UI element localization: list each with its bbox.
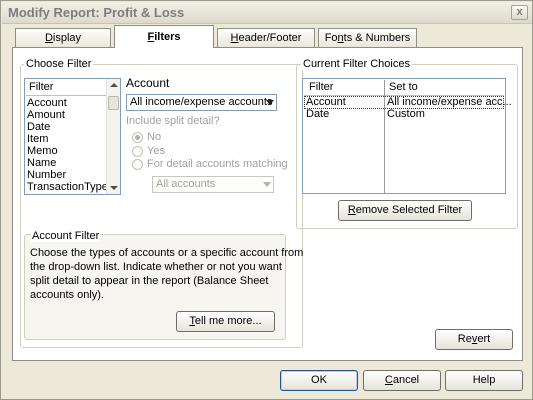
help-button[interactable]: Help — [445, 370, 523, 391]
list-item[interactable]: Name — [27, 157, 56, 169]
tell-me-more-button[interactable]: Tell me more... — [176, 311, 275, 332]
remove-selected-filter-button[interactable]: Remove Selected Filter — [338, 200, 472, 221]
choose-filter-title: Choose Filter — [24, 58, 94, 70]
close-button[interactable]: x — [511, 5, 528, 20]
list-item[interactable]: Memo — [27, 145, 58, 157]
column-header-filter: Filter — [309, 81, 334, 93]
close-icon: x — [516, 6, 523, 18]
table-row[interactable]: Date Custom — [304, 109, 504, 122]
title-bar: Modify Report: Profit & Loss x — [2, 2, 532, 24]
tab-fonts-numbers[interactable]: Fonts & Numbers — [318, 28, 417, 47]
tab-display[interactable]: Display — [15, 28, 111, 47]
row-filter-cell: Date — [306, 108, 330, 120]
list-item[interactable]: Number — [27, 169, 66, 181]
filter-list[interactable]: Filter Account Amount Date Item Memo Nam… — [24, 78, 121, 195]
row-set-to-cell: Custom — [387, 108, 425, 120]
scroll-thumb[interactable] — [108, 96, 119, 110]
account-filter-line-3: split detail to appear in the report (Ba… — [30, 275, 269, 287]
chevron-down-icon — [263, 182, 271, 187]
row-set-to-cell: All income/expense acc... — [387, 96, 512, 108]
detail-accounts-dropdown[interactable]: All accounts — [152, 176, 274, 193]
account-label: Account — [126, 76, 170, 90]
radio-icon — [132, 159, 143, 170]
ok-button[interactable]: OK — [280, 370, 358, 391]
current-filter-title: Current Filter Choices — [301, 58, 412, 70]
filter-list-scrollbar[interactable] — [106, 79, 120, 194]
cancel-button[interactable]: Cancel — [363, 370, 441, 391]
tab-filters[interactable]: Filters — [114, 25, 214, 48]
row-filter-cell: Account — [306, 96, 346, 108]
account-filter-title: Account Filter — [31, 230, 101, 242]
scroll-up-icon[interactable] — [110, 83, 118, 87]
chevron-down-icon — [266, 100, 274, 105]
list-item[interactable]: TransactionType — [27, 181, 108, 193]
window-title: Modify Report: Profit & Loss — [8, 5, 185, 20]
account-filter-line-2: the drop-down list. Indicate whether or … — [30, 261, 282, 273]
scroll-down-icon[interactable] — [110, 186, 118, 190]
list-item[interactable]: Amount — [27, 109, 65, 121]
account-filter-line-1: Choose the types of accounts or a specif… — [30, 247, 304, 259]
list-item[interactable]: Account — [27, 97, 67, 109]
current-filter-table[interactable]: Filter Set to Account All income/expense… — [302, 78, 512, 194]
account-dropdown[interactable]: All income/expense accounts — [126, 94, 277, 111]
tab-header-footer[interactable]: Header/Footer — [217, 28, 315, 47]
list-item[interactable]: Date — [27, 121, 50, 133]
filters-tab-panel: Choose Filter Filter Account Amount Date… — [12, 47, 523, 361]
filter-list-header: Filter — [26, 80, 106, 96]
radio-icon — [132, 132, 143, 143]
column-header-set-to: Set to — [389, 81, 418, 93]
split-detail-label: Include split detail? — [126, 115, 220, 127]
account-filter-line-4: accounts only). — [30, 289, 104, 301]
account-dropdown-value: All income/expense accounts — [130, 96, 273, 108]
radio-icon — [132, 146, 143, 157]
list-item[interactable]: Item — [27, 133, 48, 145]
modify-report-dialog: Modify Report: Profit & Loss x Display F… — [0, 0, 533, 400]
detail-accounts-value: All accounts — [156, 178, 216, 190]
revert-button[interactable]: Revert — [435, 329, 513, 350]
